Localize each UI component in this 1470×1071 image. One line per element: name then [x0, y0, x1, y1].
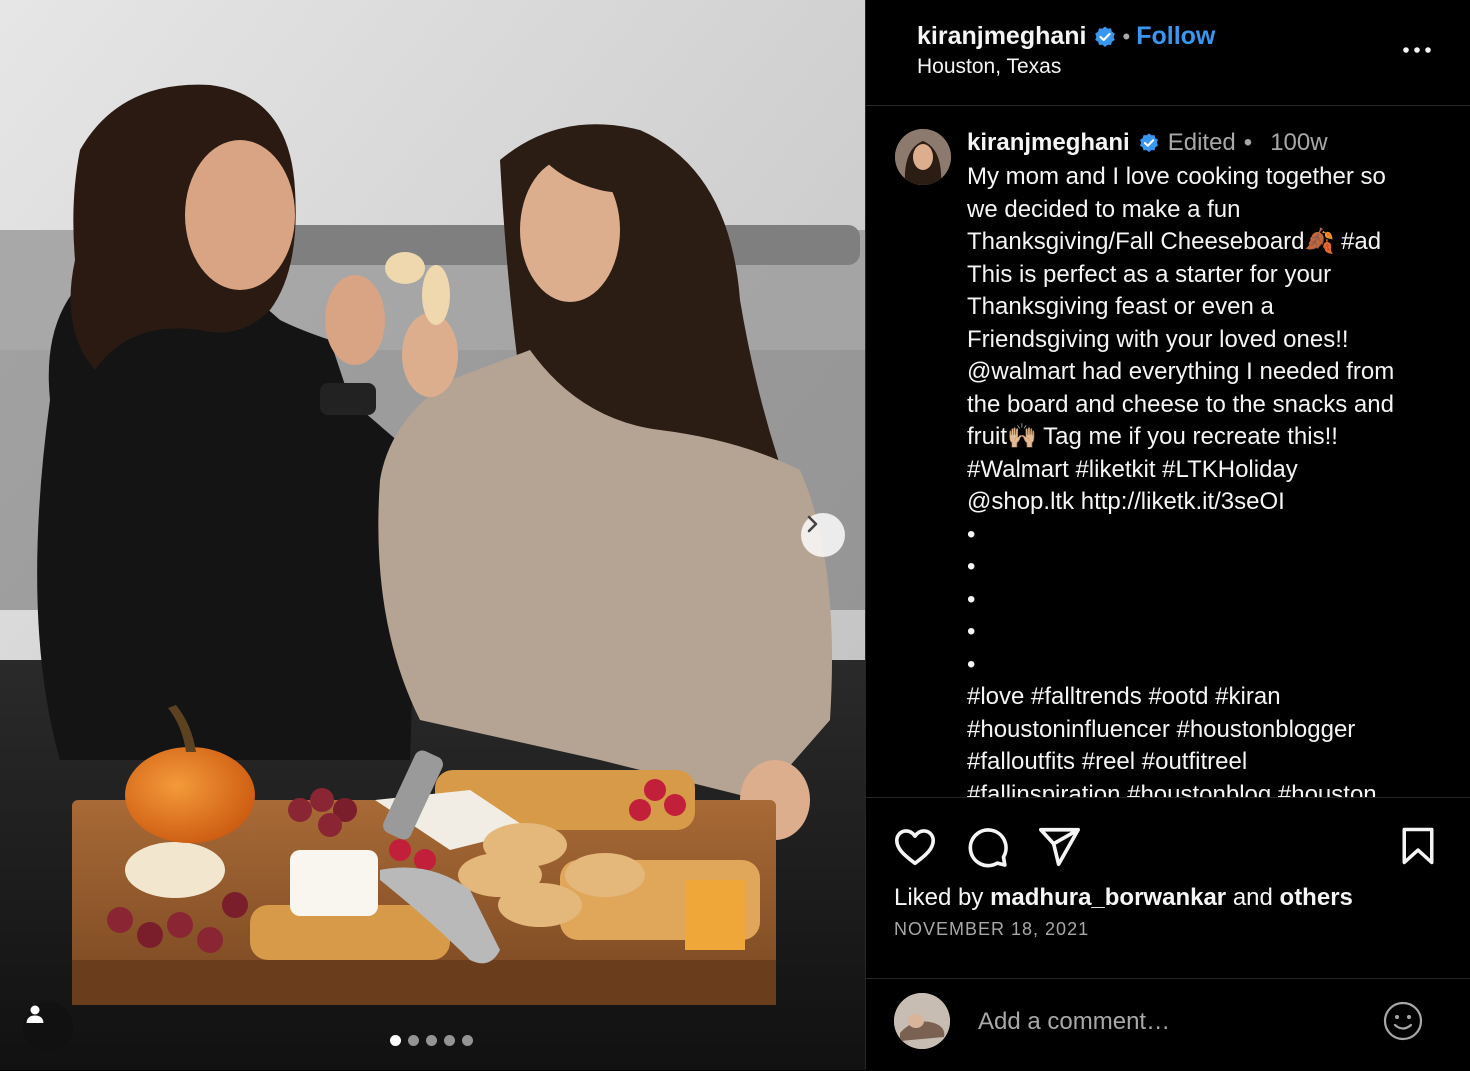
caption-separator: • — [1243, 129, 1253, 156]
caption-username[interactable]: kiranjmeghani — [967, 129, 1130, 157]
post-photo — [0, 0, 865, 1070]
post-age[interactable]: 100w — [1270, 129, 1327, 157]
user-tags-button[interactable] — [23, 1002, 73, 1052]
viewer-avatar — [894, 993, 950, 1049]
caption-section[interactable]: kiranjmeghani Edited • 100w My mom and I… — [866, 107, 1470, 797]
verified-badge-icon — [1094, 26, 1115, 47]
post-header: kiranjmeghani • Follow Houston, Texas — [866, 0, 1470, 106]
post-actions: Liked by madhura_borwankar and others NO… — [866, 797, 1470, 1070]
heart-icon[interactable] — [892, 824, 938, 870]
bookmark-icon[interactable] — [1396, 824, 1440, 868]
likes-prefix: Liked by — [894, 884, 984, 911]
post-modal: kiranjmeghani • Follow Houston, Texas ki… — [0, 0, 1470, 1070]
header-separator: • — [1122, 23, 1131, 49]
comment-input[interactable] — [976, 1001, 1360, 1043]
more-options-icon[interactable] — [1402, 36, 1432, 56]
likes-and: and — [1232, 884, 1273, 911]
post-details-panel: kiranjmeghani • Follow Houston, Texas ki… — [865, 0, 1470, 1070]
carousel-dot — [426, 1035, 437, 1046]
avatar-image — [894, 993, 950, 1049]
carousel-indicator — [390, 1035, 473, 1046]
header-username[interactable]: kiranjmeghani — [917, 22, 1087, 51]
follow-button[interactable]: Follow — [1136, 22, 1215, 51]
carousel-dot — [444, 1035, 455, 1046]
post-media[interactable] — [0, 0, 865, 1070]
next-slide-button[interactable] — [801, 513, 845, 557]
comment-icon[interactable] — [964, 824, 1010, 870]
carousel-dot — [462, 1035, 473, 1046]
verified-badge-icon — [1139, 133, 1158, 153]
caption-text: My mom and I love cooking together so we… — [967, 163, 1395, 797]
likes-others[interactable]: others — [1280, 884, 1353, 911]
post-date[interactable]: NOVEMBER 18, 2021 — [894, 919, 1089, 940]
header-user-line: kiranjmeghani • Follow — [917, 22, 1215, 51]
caption-header: kiranjmeghani Edited • 100w — [967, 129, 1328, 157]
author-avatar[interactable] — [895, 129, 951, 185]
carousel-dot — [408, 1035, 419, 1046]
likes-summary[interactable]: Liked by madhura_borwankar and others — [894, 884, 1353, 912]
liked-by-user[interactable]: madhura_borwankar — [990, 884, 1226, 911]
avatar-image — [895, 129, 951, 185]
edited-label: Edited — [1167, 129, 1236, 156]
add-comment-bar — [866, 978, 1470, 1071]
chevron-right-icon — [807, 515, 818, 533]
share-icon[interactable] — [1036, 824, 1082, 870]
emoji-icon[interactable] — [1383, 1001, 1423, 1041]
user-tag-icon — [26, 1005, 44, 1023]
location-link[interactable]: Houston, Texas — [917, 55, 1061, 79]
carousel-dot-active — [390, 1035, 401, 1046]
